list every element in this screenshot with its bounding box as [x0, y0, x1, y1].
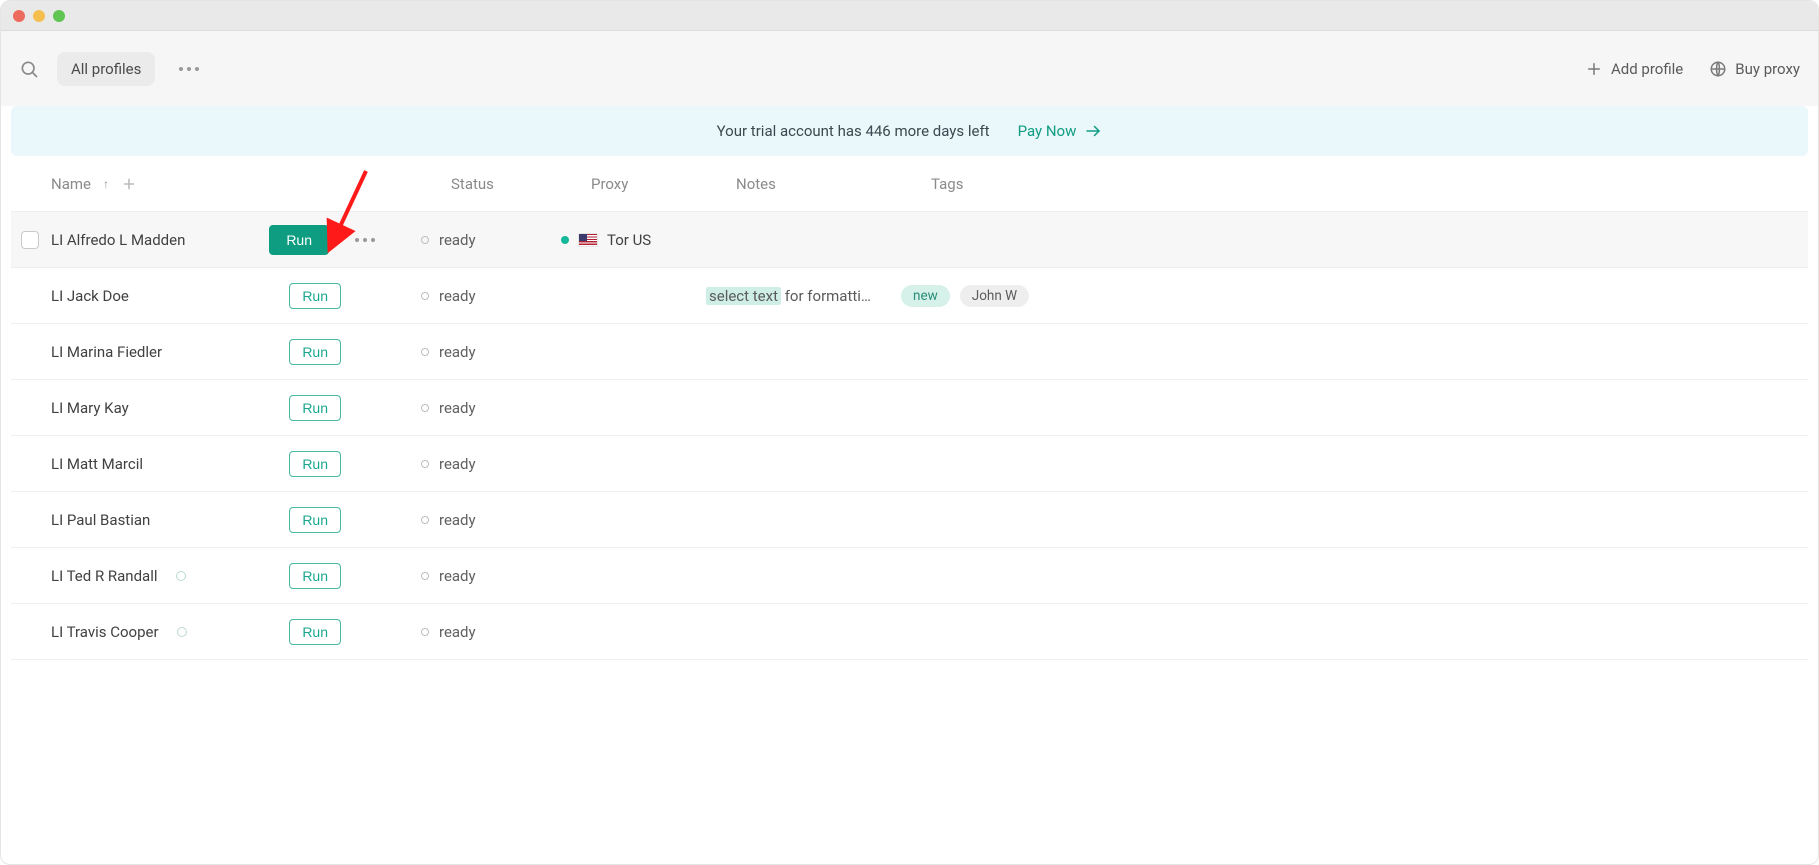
table-row[interactable]: LI Jack Doe Run ready select text for forma…: [11, 268, 1808, 324]
status-cell: ready: [421, 455, 561, 473]
app-window: All profiles Add profile Buy proxy Your …: [0, 0, 1819, 865]
column-header-proxy[interactable]: Proxy: [591, 175, 736, 193]
status-text: ready: [439, 511, 476, 529]
table-row[interactable]: LI Alfredo L Madden Run ready Tor US: [11, 212, 1808, 268]
run-button[interactable]: Run: [289, 451, 341, 477]
proxy-text: Tor US: [607, 231, 651, 249]
status-indicator-icon: [421, 572, 429, 580]
status-indicator-icon: [421, 460, 429, 468]
table-row[interactable]: LI Paul Bastian Run ready: [11, 492, 1808, 548]
run-button[interactable]: Run: [289, 283, 341, 309]
row-more-icon[interactable]: [349, 234, 381, 246]
profile-name: LI Alfredo L Madden: [51, 231, 185, 249]
status-text: ready: [439, 287, 476, 305]
profile-name: LI Paul Bastian: [51, 511, 150, 529]
profile-name: LI Travis Cooper: [51, 623, 159, 641]
row-select-checkbox[interactable]: [21, 231, 39, 249]
name-cell: LI Marina Fiedler Run: [21, 339, 421, 365]
status-cell: ready: [421, 399, 561, 417]
maximize-window-button[interactable]: [53, 10, 65, 22]
proxy-online-icon: [561, 236, 569, 244]
status-indicator-icon: [421, 292, 429, 300]
column-header-name-label: Name: [51, 175, 91, 193]
column-header-name[interactable]: Name ↑: [51, 175, 451, 193]
status-cell: ready: [421, 511, 561, 529]
status-indicator-icon: [421, 404, 429, 412]
status-text: ready: [439, 455, 476, 473]
status-cell: ready: [421, 623, 561, 641]
search-icon[interactable]: [19, 59, 39, 79]
tags-cell: new John W: [901, 285, 1808, 307]
buy-proxy-label: Buy proxy: [1735, 60, 1800, 78]
run-button[interactable]: Run: [289, 507, 341, 533]
tag-pill[interactable]: John W: [960, 285, 1029, 307]
pay-now-link[interactable]: Pay Now: [1018, 122, 1103, 140]
name-cell: LI Jack Doe Run: [21, 283, 421, 309]
table-row[interactable]: LI Travis Cooper Run ready: [11, 604, 1808, 660]
column-header-tags[interactable]: Tags: [931, 175, 1808, 193]
profiles-table: Name ↑ Status Proxy Notes Tags LI Alfred…: [11, 156, 1808, 660]
status-text: ready: [439, 623, 476, 641]
toolbar-more-icon[interactable]: [173, 63, 205, 75]
trial-banner: Your trial account has 446 more days lef…: [11, 106, 1808, 156]
profile-indicator-icon: [177, 627, 187, 637]
status-text: ready: [439, 399, 476, 417]
status-text: ready: [439, 343, 476, 361]
table-header-row: Name ↑ Status Proxy Notes Tags: [11, 156, 1808, 212]
table-row[interactable]: LI Mary Kay Run ready: [11, 380, 1808, 436]
profiles-filter-chip[interactable]: All profiles: [57, 52, 155, 86]
trial-banner-text: Your trial account has 446 more days lef…: [717, 122, 990, 140]
name-cell: LI Paul Bastian Run: [21, 507, 421, 533]
name-cell: LI Ted R Randall Run: [21, 563, 421, 589]
profile-name: LI Ted R Randall: [51, 567, 158, 585]
add-column-icon[interactable]: [121, 176, 137, 192]
profile-name: LI Marina Fiedler: [51, 343, 162, 361]
status-cell: ready: [421, 343, 561, 361]
profile-name: LI Jack Doe: [51, 287, 129, 305]
pay-now-label: Pay Now: [1018, 122, 1077, 140]
minimize-window-button[interactable]: [33, 10, 45, 22]
sort-ascending-icon: ↑: [103, 177, 109, 191]
add-profile-button[interactable]: Add profile: [1585, 60, 1683, 78]
profile-name: LI Matt Marcil: [51, 455, 143, 473]
status-cell: ready: [421, 231, 561, 249]
name-cell: LI Travis Cooper Run: [21, 619, 421, 645]
run-button[interactable]: Run: [289, 619, 341, 645]
name-cell: LI Alfredo L Madden Run: [21, 225, 421, 255]
name-cell: LI Mary Kay Run: [21, 395, 421, 421]
add-profile-label: Add profile: [1611, 60, 1683, 78]
proxy-cell: Tor US: [561, 231, 706, 249]
status-indicator-icon: [421, 348, 429, 356]
close-window-button[interactable]: [13, 10, 25, 22]
notes-cell: select text for formatti…: [706, 287, 901, 305]
status-cell: ready: [421, 287, 561, 305]
status-cell: ready: [421, 567, 561, 585]
profile-indicator-icon: [176, 571, 186, 581]
toolbar: All profiles Add profile Buy proxy: [1, 31, 1818, 106]
table-row[interactable]: LI Matt Marcil Run ready: [11, 436, 1808, 492]
flag-us-icon: [579, 234, 597, 246]
buy-proxy-button[interactable]: Buy proxy: [1709, 60, 1800, 78]
table-row[interactable]: LI Ted R Randall Run ready: [11, 548, 1808, 604]
status-indicator-icon: [421, 236, 429, 244]
tag-pill[interactable]: new: [901, 285, 950, 307]
status-text: ready: [439, 567, 476, 585]
window-titlebar: [1, 1, 1818, 31]
run-button[interactable]: Run: [289, 395, 341, 421]
status-indicator-icon: [421, 516, 429, 524]
window-controls: [13, 10, 65, 22]
name-cell: LI Matt Marcil Run: [21, 451, 421, 477]
table-row[interactable]: LI Marina Fiedler Run ready: [11, 324, 1808, 380]
column-header-notes[interactable]: Notes: [736, 175, 931, 193]
run-button[interactable]: Run: [289, 563, 341, 589]
notes-highlight: select text: [706, 287, 781, 305]
status-indicator-icon: [421, 628, 429, 636]
status-text: ready: [439, 231, 476, 249]
column-header-status[interactable]: Status: [451, 175, 591, 193]
notes-text: for formatti…: [781, 287, 871, 305]
profile-name: LI Mary Kay: [51, 399, 129, 417]
run-button[interactable]: Run: [289, 339, 341, 365]
run-button[interactable]: Run: [269, 225, 329, 255]
